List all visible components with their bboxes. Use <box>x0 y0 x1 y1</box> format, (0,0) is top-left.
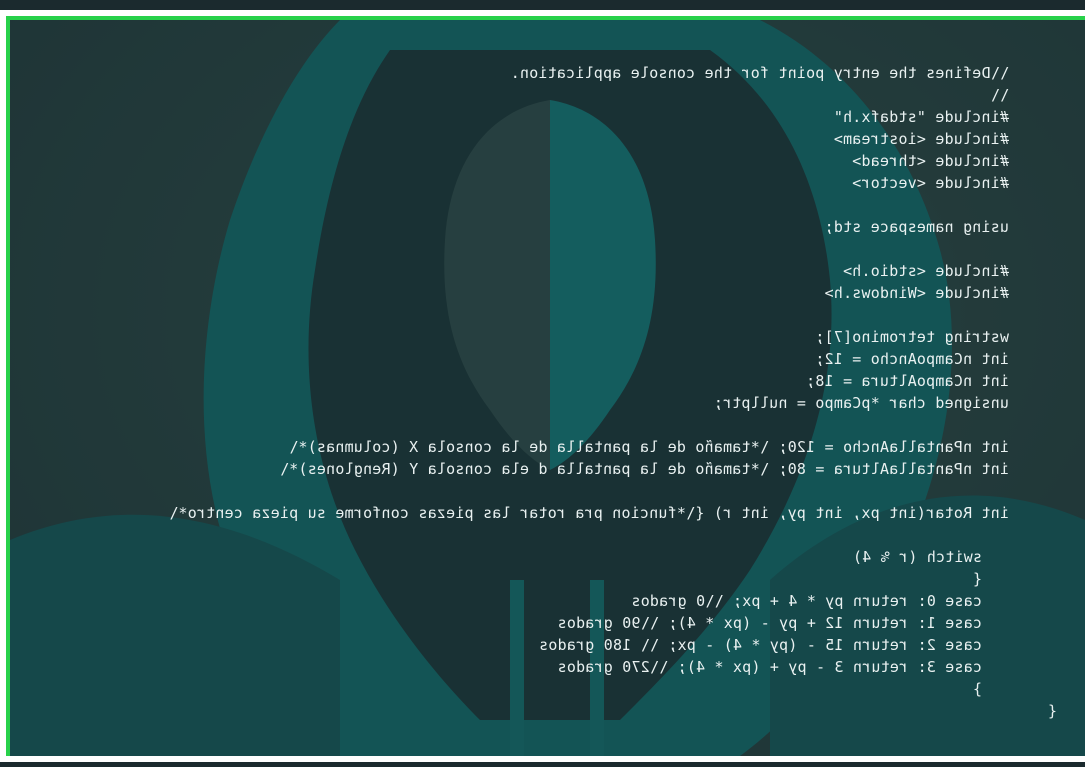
code-line: int nCampoAltura = 18; <box>805 372 1009 390</box>
code-line: int nPantallaAltura = 80; \*tamaño de la… <box>279 460 1009 478</box>
code-line: { <box>972 570 982 588</box>
code-line: unsigned char *pCampo = nullptr; <box>713 394 1009 412</box>
code-line: case 0: return py * 4 + px; \\0 grados <box>631 592 982 610</box>
code-line: #include "stdafx.h" <box>833 108 1009 126</box>
code-line: #include <thread> <box>852 152 1009 170</box>
code-line: case 2: return 15 - (py * 4) - px; \\ 18… <box>538 636 982 654</box>
code-line: int Rotar(int px, int py, int r) {\*func… <box>169 504 1009 522</box>
code-line: using namespace std; <box>824 218 1009 236</box>
code-line: case 1: return 12 + py - (px * 4); \\90 … <box>557 614 982 632</box>
code-line: case 3: return 3 - py + (px * 4); \\270 … <box>557 658 982 676</box>
code-line: int nCampoAncho = 12; <box>815 350 1009 368</box>
code-line: #include <Windows.h> <box>824 284 1009 302</box>
code-line: \\Defines the entry point for the consol… <box>510 64 1009 82</box>
code-line: #include <vector> <box>852 174 1009 192</box>
top-band <box>0 0 1085 10</box>
console-text: \\Defines the entry point for the consol… <box>10 20 1085 756</box>
code-line: { <box>1047 702 1057 720</box>
code-line: } <box>972 680 982 698</box>
console-window: \\Defines the entry point for the consol… <box>10 20 1085 756</box>
code-line: #include <stdio.h> <box>842 262 1009 280</box>
code-line: switch (r % 4) <box>852 548 982 566</box>
code-line: #include <iostream> <box>833 130 1009 148</box>
code-line: int nPantallaAncho = 120; \*tamaño de la… <box>289 438 1009 456</box>
code-line: wstring tetromino[7]; <box>815 328 1009 346</box>
bottom-band <box>0 762 1085 767</box>
code-line: \\ <box>990 86 1009 104</box>
